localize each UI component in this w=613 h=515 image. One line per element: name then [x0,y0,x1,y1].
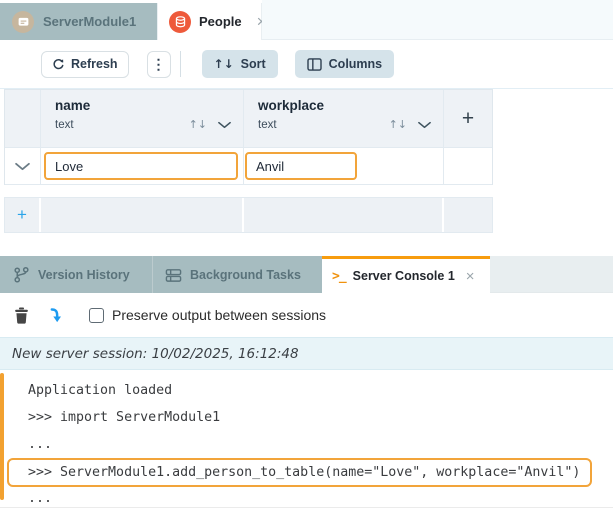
console-line: >>> import ServerModule1 [28,404,613,431]
anvil-editor-window: ServerModule1 People × Refresh ⋮ ↑↓ Sort [0,0,613,515]
version-history-icon [13,266,30,284]
chevron-down-icon[interactable] [418,121,431,129]
bottom-tab-bar-filler [490,256,613,293]
terminal-icon: >_ [332,269,346,284]
tab-server-console-1[interactable]: >_ Server Console 1 × [322,256,490,293]
background-tasks-icon [165,266,182,284]
column-type: text [258,119,389,131]
editor-tab-bar: ServerModule1 People × [0,0,613,40]
tab-label: Server Console 1 [353,269,455,283]
scroll-to-bottom-icon[interactable] [49,307,64,324]
column-sort-icon[interactable]: ↑↓ [189,118,207,131]
tab-label: Background Tasks [190,268,301,282]
columns-button[interactable]: Columns [295,50,394,78]
database-icon [169,11,191,33]
more-options-button[interactable]: ⋮ [147,51,171,78]
add-row-cell[interactable] [444,198,492,232]
gutter-header-cell [5,90,41,148]
data-table-toolbar: Refresh ⋮ ↑↓ Sort Columns [0,40,613,89]
preserve-output-checkbox[interactable] [89,308,104,323]
bottom-tab-bar: Version History Background Tasks >_ Serv… [0,256,613,293]
row-expand-chevron[interactable] [5,148,41,185]
column-type: text [55,119,189,131]
sort-button[interactable]: ↑↓ Sort [202,50,278,78]
add-column-button[interactable]: + [444,90,492,148]
tab-version-history[interactable]: Version History [0,256,152,293]
columns-icon [307,58,322,71]
add-row-cell[interactable] [41,198,244,232]
session-message: New server session: 10/02/2025, 16:12:48 [12,346,299,362]
console-line: ... [28,485,613,512]
refresh-button[interactable]: Refresh [41,51,129,78]
tab-label: People [199,14,242,29]
module-icon [12,11,34,33]
column-header-workplace[interactable]: workplace text ↑↓ [244,90,444,148]
tab-background-tasks[interactable]: Background Tasks [152,256,322,293]
cell-value-workplace[interactable]: Anvil [245,152,357,180]
refresh-icon [52,58,65,71]
server-console-output: Application loaded >>> import ServerModu… [0,370,613,508]
add-row-cell[interactable] [244,198,444,232]
column-title: workplace [258,98,431,113]
add-row-strip: + [4,197,493,233]
tab-bar-filler [262,0,613,40]
columns-label: Columns [329,57,382,71]
add-row-button[interactable]: + [5,198,41,232]
close-icon[interactable]: × [466,269,475,284]
console-line: Application loaded [28,377,613,404]
column-sort-icon[interactable]: ↑↓ [389,118,407,131]
highlighted-command: >>> ServerModule1.add_person_to_table(na… [7,458,592,487]
column-header-name[interactable]: name text ↑↓ [41,90,244,148]
console-toolbar: Preserve output between sessions [0,293,613,337]
clear-console-trash-icon[interactable] [14,307,29,324]
people-data-table: name text ↑↓ workplace text ↑↓ + [4,89,493,185]
console-accent-bar [0,373,4,500]
console-line-highlighted: >>> ServerModule1.add_person_to_table(na… [28,458,613,485]
sort-arrows-icon: ↑↓ [214,57,234,71]
session-info-bar: New server session: 10/02/2025, 16:12:48 [0,337,613,370]
tab-people[interactable]: People × [157,3,262,40]
table-cell-name: Love [41,148,244,185]
sort-label: Sort [241,57,266,71]
toolbar-divider [180,51,181,77]
refresh-label: Refresh [71,57,118,71]
table-cell-workplace: Anvil [244,148,444,185]
bottom-panel: Version History Background Tasks >_ Serv… [0,256,613,515]
tab-label: ServerModule1 [43,14,136,29]
console-line: ... [28,431,613,458]
table-cell-empty [444,148,492,185]
column-title: name [55,98,231,113]
chevron-down-icon[interactable] [218,121,231,129]
tab-server-module-1[interactable]: ServerModule1 [0,3,157,40]
tab-label: Version History [38,268,130,282]
cell-value-name[interactable]: Love [44,152,238,180]
preserve-output-label: Preserve output between sessions [112,307,326,323]
